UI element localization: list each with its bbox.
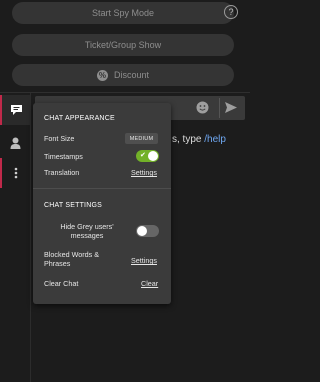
emoji-icon[interactable] [196, 101, 209, 114]
check-icon: ✔ [140, 152, 146, 159]
send-icon[interactable] [224, 101, 238, 114]
translation-settings-link[interactable]: Settings [131, 168, 157, 177]
hide-grey-line2: messages [70, 231, 104, 240]
font-size-value: MEDIUM [129, 135, 154, 142]
tab-users[interactable] [0, 128, 30, 158]
chat-bubble-icon [10, 105, 22, 115]
blocked-words-line1: Blocked Words & [44, 250, 99, 259]
blocked-words-label: Blocked Words & Phrases [44, 250, 99, 268]
hide-grey-users-toggle[interactable] [136, 225, 159, 237]
send-separator [219, 98, 220, 118]
blocked-words-line2: Phrases [44, 259, 71, 268]
clear-chat-link[interactable]: Clear [141, 279, 158, 288]
toggle-knob [148, 151, 158, 161]
divider [0, 92, 250, 93]
discount-label: Discount [113, 70, 149, 80]
hide-grey-line1: Hide Grey users' [60, 222, 114, 231]
timestamps-label: Timestamps [44, 152, 83, 161]
font-size-label: Font Size [44, 134, 75, 143]
chat-appearance-title: CHAT APPEARANCE [44, 115, 115, 122]
translation-label: Translation [44, 168, 80, 177]
ticket-group-show-button[interactable]: Ticket/Group Show [12, 34, 234, 56]
start-spy-mode-label: Start Spy Mode [91, 8, 155, 18]
sidebar-divider [30, 93, 31, 382]
toggle-knob [137, 226, 147, 236]
discount-icon: % [96, 69, 108, 81]
clear-chat-label: Clear Chat [44, 279, 79, 288]
chat-hint: s, type /help [172, 134, 226, 145]
chat-settings-title: CHAT SETTINGS [44, 202, 102, 209]
start-spy-mode-button[interactable]: Start Spy Mode [12, 2, 234, 24]
hint-text: s, type [172, 134, 205, 145]
blocked-words-settings-link[interactable]: Settings [131, 256, 157, 265]
user-icon [10, 137, 20, 149]
help-icon[interactable]: ? [224, 5, 238, 19]
font-size-select[interactable]: MEDIUM [125, 133, 158, 144]
hint-command-link[interactable]: /help [204, 134, 226, 145]
tab-more[interactable] [0, 158, 30, 188]
help-label: ? [228, 7, 234, 17]
tab-chat[interactable] [0, 95, 30, 125]
more-vertical-icon [14, 167, 18, 179]
section-divider [33, 188, 171, 189]
timestamps-toggle[interactable]: ✔ [136, 150, 159, 162]
discount-button[interactable]: % Discount [12, 64, 234, 86]
hide-grey-users-label: Hide Grey users' messages [60, 222, 114, 240]
ticket-group-show-label: Ticket/Group Show [84, 40, 162, 50]
chat-settings-panel: CHAT APPEARANCE Font Size MEDIUM Timesta… [33, 103, 171, 304]
